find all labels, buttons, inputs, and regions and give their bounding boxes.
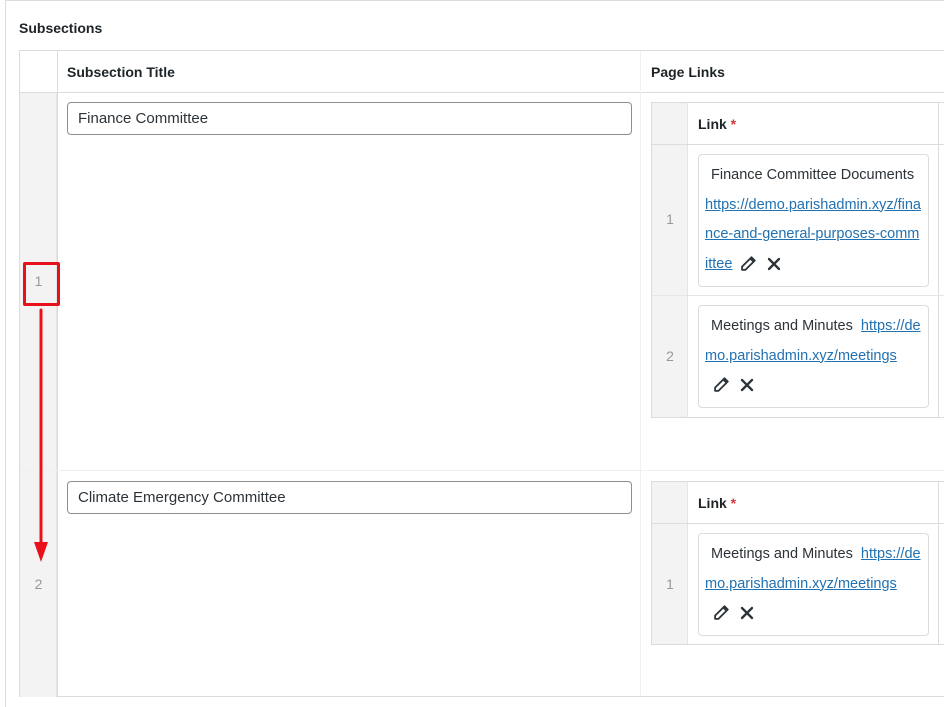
link-card: Finance Committee Documents https://demo… bbox=[698, 154, 929, 287]
link-title: Meetings and Minutes bbox=[711, 546, 853, 562]
link-card: Meetings and Minutes https://demo.parish… bbox=[698, 533, 929, 636]
link-row-order[interactable]: 1 bbox=[652, 211, 688, 227]
repeater-row: 1 Link * 1 Finance Committee Documents h… bbox=[20, 93, 944, 471]
field-label-subsections: Subsections bbox=[19, 20, 103, 36]
page-links-repeater: Link * 1 Meetings and Minutes https://de… bbox=[651, 481, 944, 645]
column-header-link: Link * bbox=[698, 116, 737, 132]
subsections-repeater: Subsection Title Page Links 1 Link * 1 F… bbox=[19, 50, 944, 697]
annotation-down-arrow bbox=[34, 308, 48, 562]
required-marker: * bbox=[730, 116, 737, 132]
link-row-order[interactable]: 1 bbox=[652, 576, 688, 592]
link-card: Meetings and Minutes https://demo.parish… bbox=[698, 305, 929, 408]
column-header-page-links: Page Links bbox=[651, 64, 725, 80]
row-order-number: 2 bbox=[34, 576, 43, 592]
link-row: 1 Finance Committee Documents https://de… bbox=[652, 145, 944, 296]
column-header-link: Link * bbox=[698, 495, 737, 511]
subsection-title-input[interactable] bbox=[67, 102, 632, 135]
page-links-header: Link * bbox=[652, 103, 944, 145]
link-row: 2 Meetings and Minutes https://demo.pari… bbox=[652, 296, 944, 417]
link-row: 1 Meetings and Minutes https://demo.pari… bbox=[652, 524, 944, 645]
link-title: Meetings and Minutes bbox=[711, 318, 853, 334]
link-title: Finance Committee Documents bbox=[711, 167, 915, 183]
pencil-icon[interactable] bbox=[711, 603, 731, 623]
subsection-title-input[interactable] bbox=[67, 481, 632, 514]
close-icon[interactable] bbox=[737, 603, 757, 623]
close-icon[interactable] bbox=[764, 254, 784, 274]
pencil-icon[interactable] bbox=[711, 375, 731, 395]
page-links-header: Link * bbox=[652, 482, 944, 524]
required-marker: * bbox=[730, 495, 737, 511]
page-links-repeater: Link * 1 Finance Committee Documents htt… bbox=[651, 102, 944, 418]
repeater-header: Subsection Title Page Links bbox=[20, 51, 944, 93]
link-url[interactable]: https://demo.parishadmin.xyz/finance-and… bbox=[705, 197, 921, 272]
pencil-icon[interactable] bbox=[738, 254, 758, 274]
annotation-highlight-box bbox=[23, 262, 60, 306]
link-row-order[interactable]: 2 bbox=[652, 348, 688, 364]
column-header-subsection-title: Subsection Title bbox=[67, 64, 175, 80]
repeater-row: 2 Link * 1 Meetings and Minutes https://… bbox=[20, 471, 944, 697]
close-icon[interactable] bbox=[737, 375, 757, 395]
